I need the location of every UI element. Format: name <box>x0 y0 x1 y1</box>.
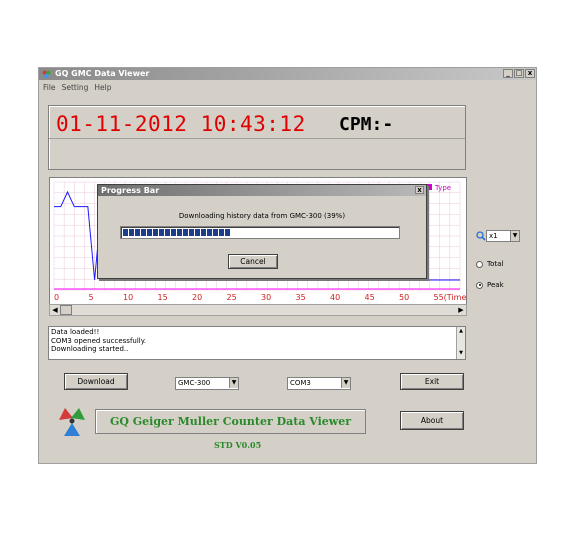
menu-file[interactable]: File <box>43 83 56 92</box>
log-output[interactable]: Data loaded!! COM3 opened successfully. … <box>48 326 466 360</box>
datetime-display: 01-11-2012 10:43:12 <box>56 112 306 136</box>
menu-help[interactable]: Help <box>94 83 111 92</box>
scroll-thumb[interactable] <box>60 305 72 315</box>
progress-bar <box>120 226 400 239</box>
dialog-title-bar: Progress Bar x <box>98 185 426 196</box>
exit-button[interactable]: Exit <box>400 373 464 390</box>
chevron-down-icon[interactable]: ▼ <box>229 378 238 388</box>
scroll-up-icon[interactable]: ▲ <box>457 327 465 335</box>
status-panel: 01-11-2012 10:43:12 CPM:- <box>48 105 466 170</box>
minimize-button[interactable]: _ <box>503 69 513 78</box>
x-tick-label: 0 <box>54 293 59 302</box>
chart-scrollbar[interactable]: ◀ ▶ <box>49 304 467 316</box>
radio-total-label: Total <box>487 260 504 268</box>
log-line: Downloading started.. <box>51 345 129 353</box>
port-value: COM3 <box>290 379 311 387</box>
app-banner: GQ Geiger Muller Counter Data Viewer <box>95 409 366 434</box>
x-tick-label: 30 <box>261 293 271 302</box>
device-value: GMC-300 <box>178 379 211 387</box>
app-logo-icon <box>42 70 51 78</box>
close-button[interactable]: x <box>525 69 535 78</box>
menu-setting[interactable]: Setting <box>62 83 89 92</box>
about-button[interactable]: About <box>400 411 464 430</box>
x-tick-label: 20 <box>192 293 202 302</box>
x-tick-label: 40 <box>330 293 340 302</box>
version-label: STD V0.05 <box>214 440 262 450</box>
log-scroll-track[interactable] <box>457 335 465 349</box>
cancel-button[interactable]: Cancel <box>228 254 278 269</box>
app-window: GQ GMC Data Viewer _ □ x File Setting He… <box>38 67 537 464</box>
zoom-select[interactable]: x1 ▼ <box>486 230 520 242</box>
maximize-button[interactable]: □ <box>514 69 524 78</box>
window-title: GQ GMC Data Viewer <box>55 69 150 78</box>
x-tick-label: 55(Time)6 <box>434 293 468 302</box>
legend-label: Type <box>434 184 451 192</box>
log-line: Data loaded!! <box>51 328 100 336</box>
x-tick-label: 45 <box>365 293 375 302</box>
x-tick-label: 50 <box>399 293 409 302</box>
gq-logo-icon <box>59 408 85 436</box>
title-bar: GQ GMC Data Viewer <box>39 68 536 80</box>
radio-peak-label: Peak <box>487 281 504 289</box>
dialog-title: Progress Bar <box>101 186 160 195</box>
chevron-down-icon[interactable]: ▼ <box>341 378 350 388</box>
menu-bar: File Setting Help <box>43 83 112 92</box>
cpm-display: CPM:- <box>339 114 394 135</box>
scroll-down-icon[interactable]: ▼ <box>457 349 465 357</box>
progress-fill <box>123 229 230 236</box>
x-tick-label: 15 <box>158 293 168 302</box>
scroll-left-icon[interactable]: ◀ <box>50 305 60 315</box>
x-tick-label: 5 <box>89 293 94 302</box>
x-tick-label: 25 <box>227 293 237 302</box>
radio-peak-circle[interactable] <box>476 281 483 289</box>
panel-divider <box>49 138 465 139</box>
radio-peak[interactable]: Peak <box>476 281 504 289</box>
download-button[interactable]: Download <box>64 373 128 390</box>
chevron-down-icon[interactable]: ▼ <box>510 231 519 241</box>
port-select[interactable]: COM3 ▼ <box>287 377 351 390</box>
log-scrollbar[interactable]: ▲ ▼ <box>456 327 465 359</box>
radio-total[interactable]: Total <box>476 260 503 268</box>
scroll-right-icon[interactable]: ▶ <box>456 305 466 315</box>
log-line: COM3 opened successfully. <box>51 336 147 345</box>
radio-total-circle[interactable] <box>476 260 483 268</box>
progress-dialog: Progress Bar x Downloading history data … <box>97 184 427 279</box>
window-controls: _ □ x <box>503 69 535 78</box>
dialog-message: Downloading history data from GMC-300 (3… <box>178 212 346 220</box>
device-select[interactable]: GMC-300 ▼ <box>175 377 239 390</box>
dialog-close-button[interactable]: x <box>415 186 424 194</box>
zoom-value: x1 <box>489 232 498 240</box>
x-tick-label: 35 <box>296 293 306 302</box>
x-tick-label: 10 <box>123 293 133 302</box>
magnifier-icon <box>476 231 486 241</box>
